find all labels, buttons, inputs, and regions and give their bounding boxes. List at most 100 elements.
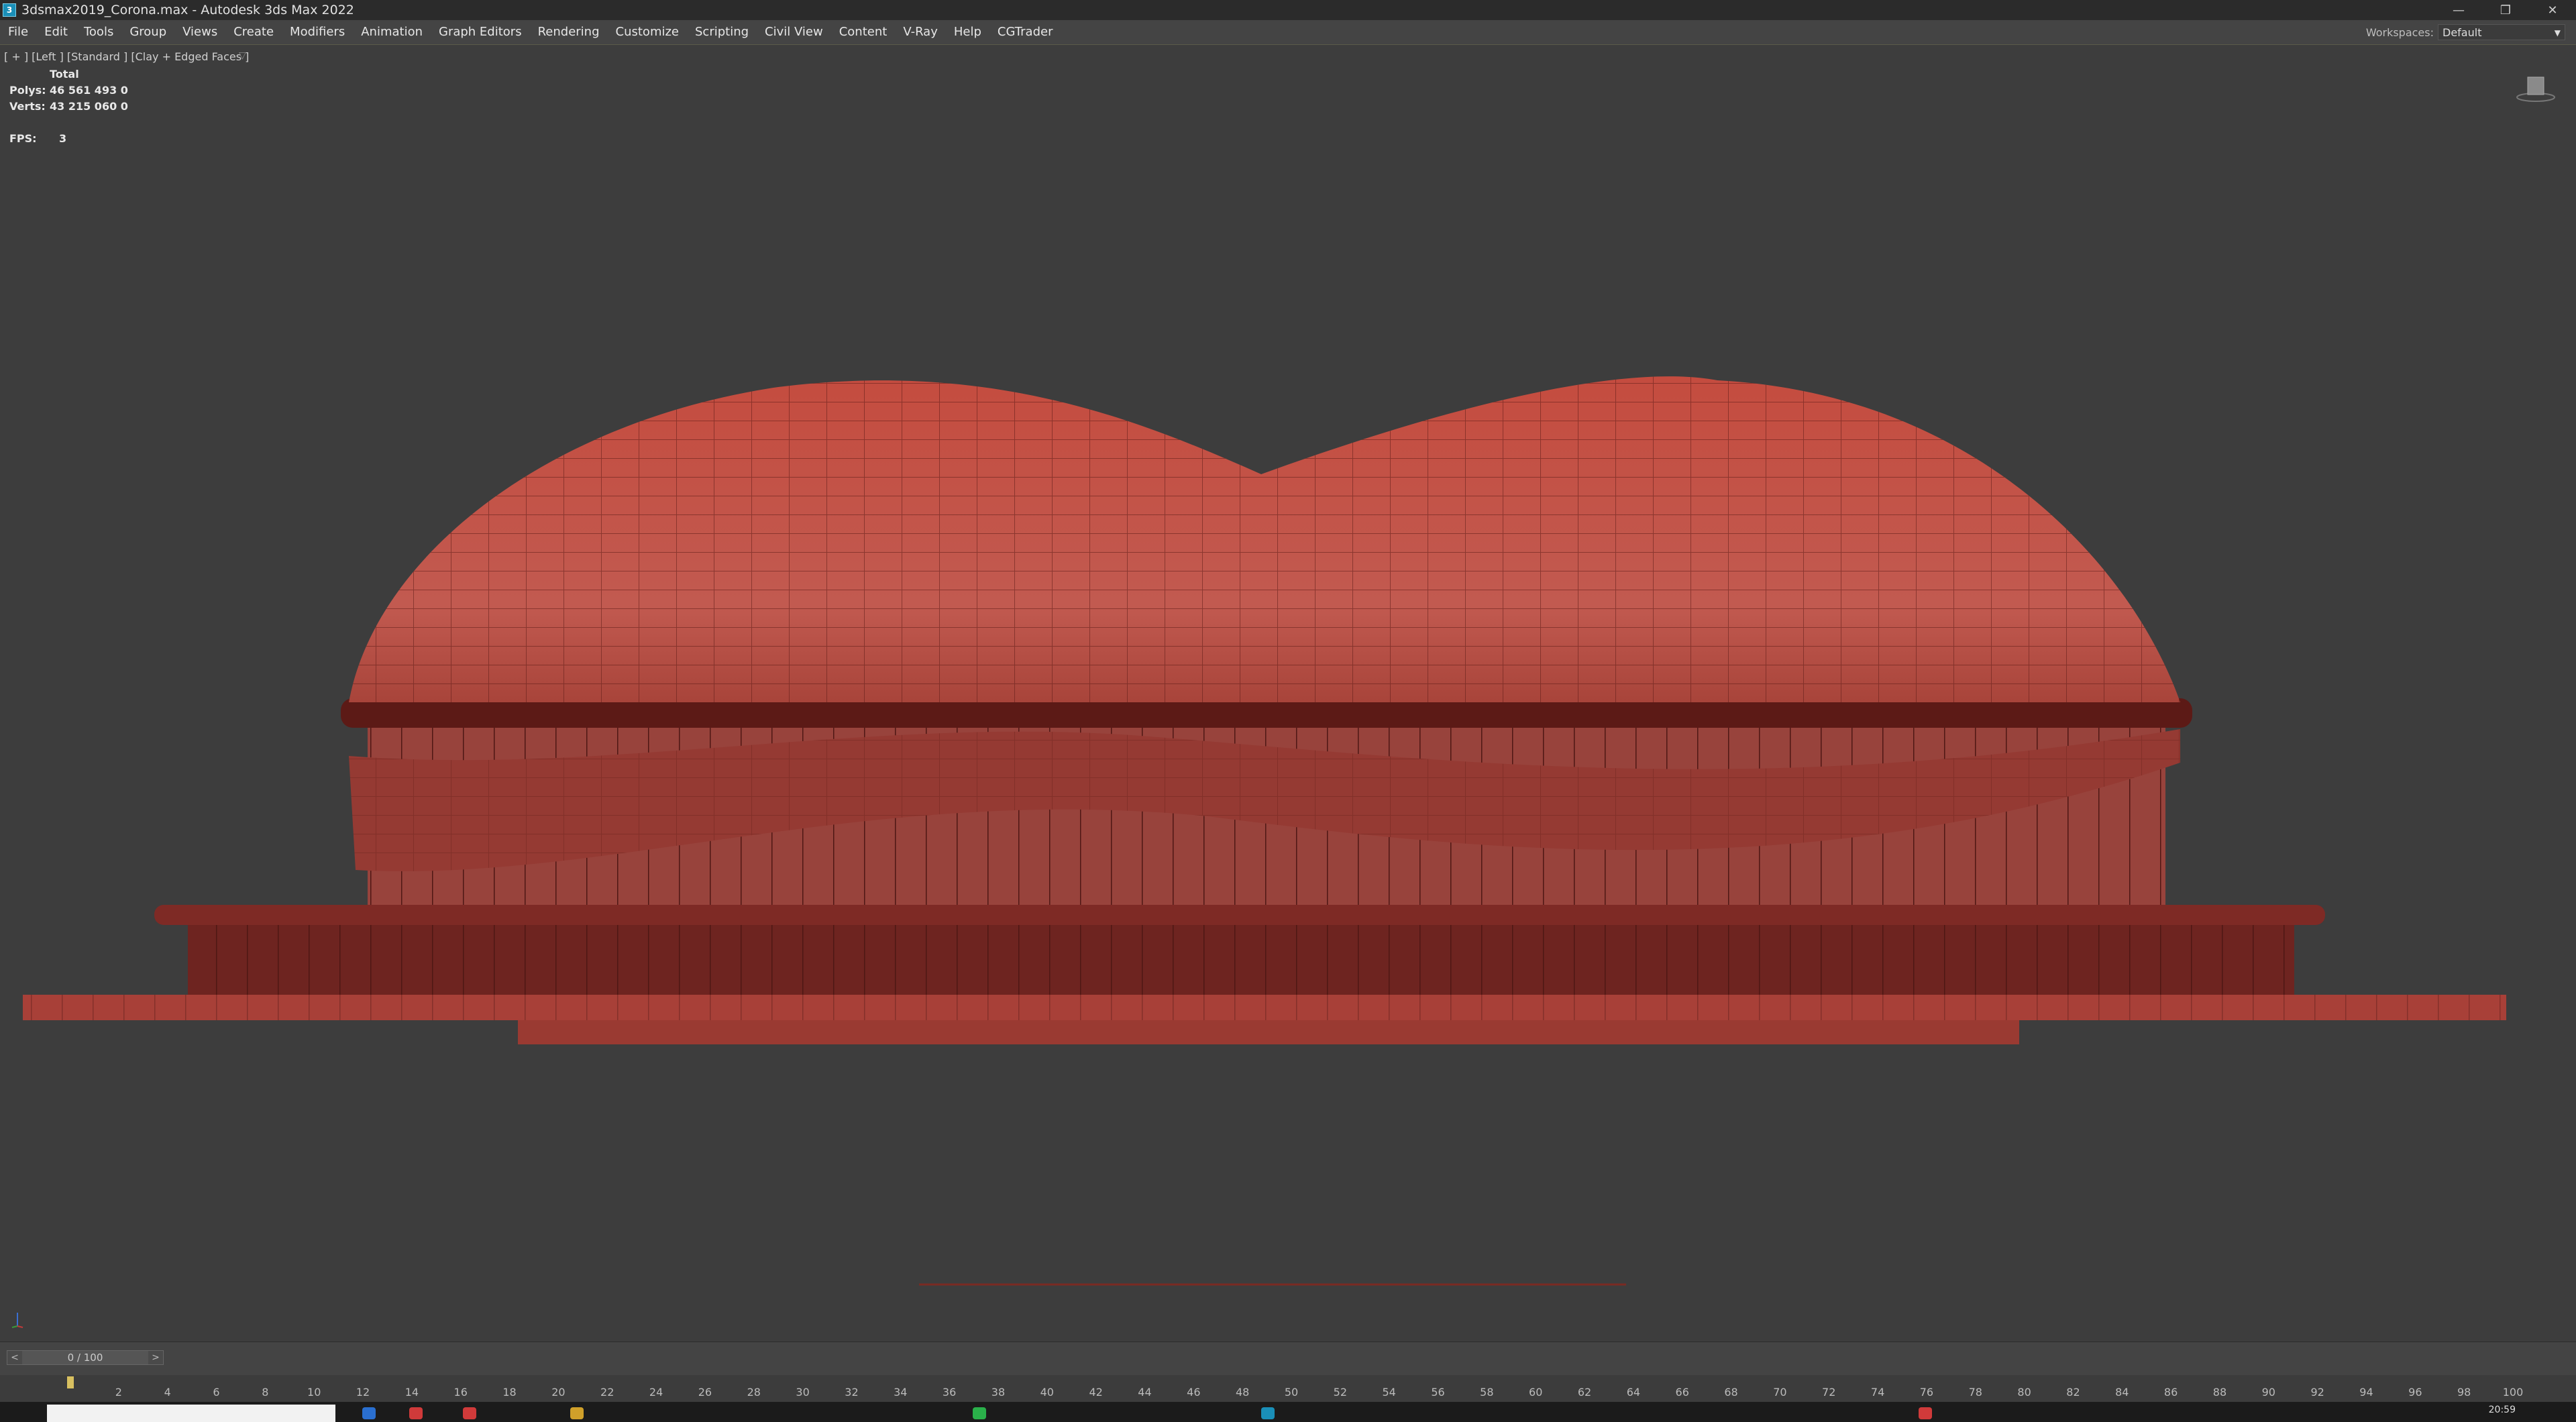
menu-customize[interactable]: Customize: [608, 20, 687, 44]
fps-label: FPS:: [9, 132, 37, 145]
frame-tick-label: 48: [1235, 1386, 1250, 1399]
menu-content[interactable]: Content: [831, 20, 896, 44]
workspace-label: Workspaces:: [2365, 25, 2434, 39]
taskbar-search-input[interactable]: [47, 1405, 335, 1422]
frame-tick-label: 24: [649, 1386, 663, 1399]
base-lower: [518, 1018, 2019, 1044]
menu-scripting[interactable]: Scripting: [687, 20, 757, 44]
window-controls: — ❐ ✕: [2435, 0, 2576, 20]
frame-tick-label: 68: [1724, 1386, 1738, 1399]
frame-tick-label: 18: [502, 1386, 517, 1399]
restore-button[interactable]: ❐: [2482, 0, 2529, 20]
polys-value: 46 561 493 0: [50, 84, 128, 97]
frame-tick-label: 10: [307, 1386, 321, 1399]
roof-edge: [341, 698, 2192, 728]
frame-tick-label: 76: [1919, 1386, 1934, 1399]
viewport-left[interactable]: [ + ] [Left ] [Standard ] [Clay + Edged …: [0, 44, 2576, 1342]
frame-tick-label: 38: [991, 1386, 1006, 1399]
frame-tick-label: 2: [115, 1386, 122, 1399]
frame-tick-label: 22: [600, 1386, 614, 1399]
frame-tick-label: 62: [1577, 1386, 1592, 1399]
next-frame-button[interactable]: >: [148, 1351, 163, 1364]
fps-value: 3: [59, 132, 67, 145]
app-icon-4[interactable]: [973, 1407, 986, 1419]
chevron-down-icon: ▼: [2554, 28, 2561, 38]
menu-group[interactable]: Group: [121, 20, 174, 44]
time-slider-bar: < 0 / 100 >: [0, 1342, 2576, 1376]
menu-cgtrader[interactable]: CGTrader: [989, 20, 1061, 44]
os-taskbar: 20:59: [0, 1402, 2576, 1422]
frame-tick-label: 100: [2502, 1386, 2524, 1399]
frame-tick-label: 58: [1480, 1386, 1494, 1399]
frame-tick-label: 88: [2212, 1386, 2227, 1399]
verts-label: Verts:: [9, 100, 46, 113]
menu-create[interactable]: Create: [225, 20, 282, 44]
frame-tick-label: 28: [747, 1386, 761, 1399]
stats-header: Total: [50, 68, 79, 80]
app-icon-2[interactable]: [409, 1407, 423, 1419]
folder-icon[interactable]: [570, 1407, 584, 1419]
menu-modifiers[interactable]: Modifiers: [282, 20, 353, 44]
frame-tick-label: 50: [1284, 1386, 1299, 1399]
frame-tick-label: 46: [1187, 1386, 1201, 1399]
frame-tick-label: 32: [845, 1386, 859, 1399]
frame-tick-label: 54: [1382, 1386, 1396, 1399]
menu-help[interactable]: Help: [946, 20, 989, 44]
frame-tick-label: 52: [1333, 1386, 1348, 1399]
app-icon-5[interactable]: [1919, 1407, 1932, 1419]
menu-tools[interactable]: Tools: [76, 20, 121, 44]
workspace-value: Default: [2443, 26, 2482, 39]
viewcube-icon[interactable]: [2516, 72, 2556, 105]
frame-tick-label: 30: [796, 1386, 810, 1399]
polys-label: Polys:: [9, 84, 46, 97]
frame-tick-label: 26: [698, 1386, 712, 1399]
frame-tick-label: 12: [356, 1386, 370, 1399]
frame-tick-label: 98: [2457, 1386, 2471, 1399]
frame-tick-label: 82: [2066, 1386, 2080, 1399]
menu-animation[interactable]: Animation: [353, 20, 431, 44]
frame-tick-label: 96: [2408, 1386, 2422, 1399]
menu-views[interactable]: Views: [174, 20, 225, 44]
frame-tick-label: 92: [2310, 1386, 2324, 1399]
menu-civil-view[interactable]: Civil View: [757, 20, 831, 44]
terrace-ring: [154, 905, 2325, 925]
filter-icon[interactable]: ▽: [239, 50, 248, 61]
close-button[interactable]: ✕: [2529, 0, 2576, 20]
stadium-model: [23, 376, 2506, 1286]
title-bar: 3 3dsmax2019_Corona.max - Autodesk 3ds M…: [0, 0, 2576, 20]
frame-tick-label: 94: [2359, 1386, 2373, 1399]
frame-tick-label: 20: [551, 1386, 566, 1399]
frame-tick-label: 80: [2017, 1386, 2031, 1399]
track-bar[interactable]: 2 4 6 8 10 12 14 16 18 20 22 24 26 28 30 32 34 36 38 40 42 44…: [0, 1375, 2576, 1402]
time-slider-value: 0 / 100: [67, 1352, 103, 1364]
frame-tick-label: 56: [1431, 1386, 1445, 1399]
menu-edit[interactable]: Edit: [36, 20, 76, 44]
viewport-statistics: Total Polys: 46 561 493 0 Verts: 43 215 …: [9, 66, 128, 147]
frame-tick-label: 34: [894, 1386, 908, 1399]
menu-graph-editors[interactable]: Graph Editors: [431, 20, 530, 44]
axis-gizmo-icon: [11, 1313, 23, 1328]
menu-rendering[interactable]: Rendering: [530, 20, 608, 44]
frame-tick-label: 86: [2163, 1386, 2178, 1399]
frame-tick-label: 42: [1089, 1386, 1103, 1399]
taskbar-clock[interactable]: 20:59: [2489, 1405, 2516, 1415]
frame-tick-label: 8: [262, 1386, 269, 1399]
minimize-button[interactable]: —: [2435, 0, 2482, 20]
menu-file[interactable]: File: [0, 20, 36, 44]
time-cursor[interactable]: [67, 1376, 74, 1388]
app-icon-1[interactable]: [362, 1407, 376, 1419]
menu-bar: File Edit Tools Group Views Create Modif…: [0, 20, 2576, 45]
3dsmax-taskbar-icon[interactable]: [1261, 1407, 1275, 1419]
workspace-select[interactable]: Default ▼: [2438, 24, 2565, 40]
frame-tick-label: 90: [2261, 1386, 2275, 1399]
app-icon[interactable]: 3: [3, 3, 16, 17]
frame-tick-label: 78: [1968, 1386, 1982, 1399]
menu-vray[interactable]: V-Ray: [895, 20, 946, 44]
workspace-switcher: Workspaces: Default ▼: [2366, 20, 2576, 44]
time-slider[interactable]: < 0 / 100 >: [7, 1350, 164, 1365]
app-icon-3[interactable]: [463, 1407, 476, 1419]
frame-tick-label: 44: [1138, 1386, 1152, 1399]
frame-tick-label: 60: [1529, 1386, 1543, 1399]
frame-tick-label: 6: [213, 1386, 220, 1399]
viewport-label[interactable]: [ + ] [Left ] [Standard ] [Clay + Edged …: [4, 50, 249, 63]
